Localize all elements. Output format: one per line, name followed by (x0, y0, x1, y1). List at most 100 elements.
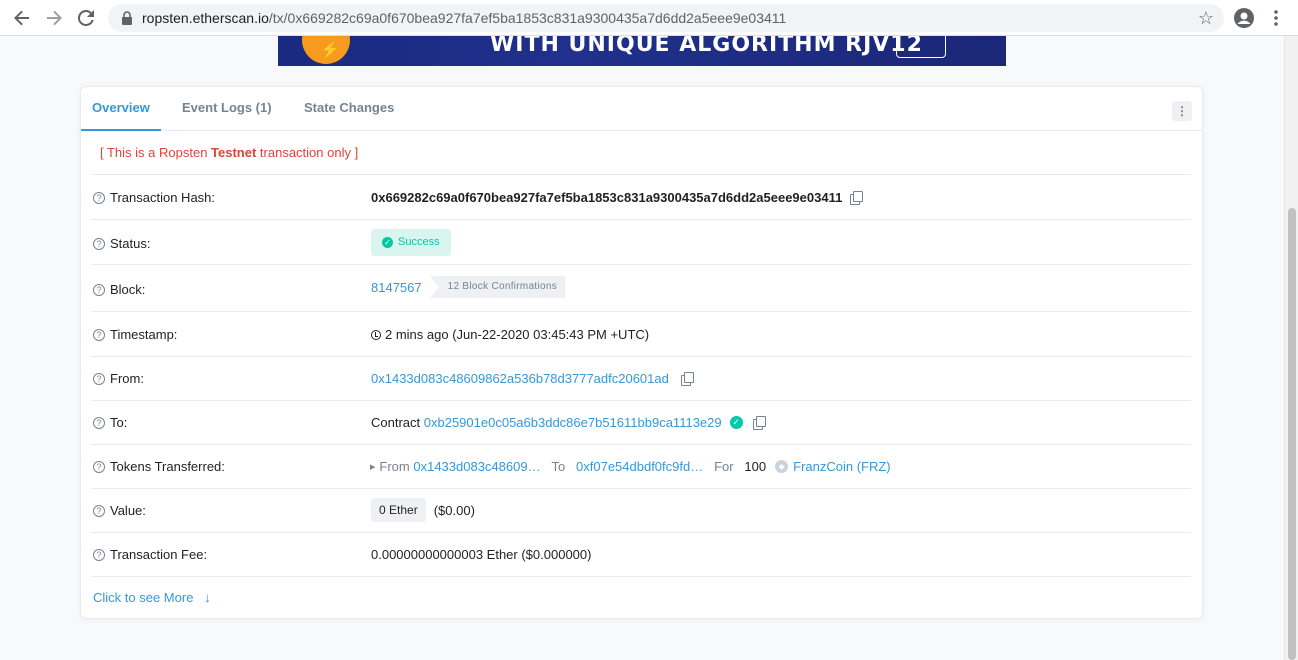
copy-icon[interactable] (752, 415, 766, 430)
block-confirmations-badge: 12 Block Confirmations (429, 276, 566, 298)
value-status: ✓ Success (371, 229, 451, 256)
row-transaction-hash: ? Transaction Hash: 0x669282c69a0f670bea9… (92, 174, 1191, 219)
browser-toolbar: ropsten.etherscan.io/tx/0x669282c69a0f67… (0, 0, 1298, 36)
timestamp-text: 2 mins ago (Jun-22-2020 03:45:43 PM +UTC… (385, 327, 650, 342)
row-block: ? Block: 8147567 12 Block Confirmations (92, 264, 1191, 311)
row-status: ? Status: ✓ Success (92, 219, 1191, 264)
token-from-link[interactable]: 0x1433d083c48609… (413, 459, 540, 474)
tab-bar: Overview Event Logs (1) State Changes ⋮ (81, 87, 1202, 131)
value-transaction-fee: 0.00000000000003 Ether ($0.000000) (371, 547, 591, 562)
tx-hash-value: 0x669282c69a0f670bea927fa7ef5ba1853c831a… (371, 190, 843, 205)
label-to: ? To: (93, 415, 127, 430)
label-block: ? Block: (93, 282, 145, 297)
url-host: ropsten.etherscan.io (142, 10, 269, 26)
from-address-link[interactable]: 0x1433d083c48609862a536b78d3777adfc20601… (371, 371, 669, 386)
status-text: Success (398, 236, 440, 248)
banner-button[interactable] (896, 36, 946, 58)
testnet-notice: [ This is a Ropsten Testnet transaction … (100, 145, 358, 160)
token-name-link[interactable]: FranzCoin (FRZ) (793, 459, 891, 474)
clock-icon (371, 329, 381, 340)
row-transaction-fee: ? Transaction Fee: 0.00000000000003 Ether… (92, 532, 1191, 576)
value-timestamp: 2 mins ago (Jun-22-2020 03:45:43 PM +UTC… (371, 327, 649, 342)
row-from: ? From: 0x1433d083c48609862a536b78d3777ad… (92, 356, 1191, 400)
tab-overview[interactable]: Overview (81, 87, 161, 131)
label-status: ? Status: (93, 236, 150, 251)
token-to-label: To (551, 459, 566, 474)
token-logo-icon: ◆ (775, 460, 789, 473)
fee-value: 0.00000000000003 Ether ($0.000000) (371, 547, 592, 562)
value-to: Contract 0xb25901e0c05a6b3ddc86e7b51611b… (371, 415, 766, 430)
question-icon[interactable]: ? (93, 191, 105, 204)
contract-prefix: Contract (371, 415, 421, 430)
url-path: /tx/0x669282c69a0f670bea927fa7ef5ba1853c… (268, 10, 787, 26)
divider (92, 576, 1191, 577)
scrollbar-thumb[interactable] (1288, 208, 1296, 660)
status-badge: ✓ Success (371, 229, 451, 256)
caret-right-icon: ▶ (370, 463, 376, 471)
transaction-card: Overview Event Logs (1) State Changes ⋮ … (80, 86, 1203, 619)
label-text: Timestamp: (110, 327, 178, 342)
row-value: ? Value: 0 Ether ($0.00) (92, 488, 1191, 532)
question-icon[interactable]: ? (93, 237, 105, 250)
notice-bold: Testnet (211, 145, 257, 160)
arrow-down-icon: ↓ (204, 590, 211, 605)
value-tokens-transferred: ▶ From 0x1433d083c48609… To 0xf07e54dbdf… (370, 459, 891, 474)
forward-icon[interactable] (42, 6, 66, 30)
bookmark-star-icon[interactable]: ☆ (1198, 8, 1214, 29)
page-scrollbar[interactable] (1284, 36, 1298, 660)
ether-value-pill: 0 Ether (371, 498, 426, 522)
to-contract-link[interactable]: 0xb25901e0c05a6b3ddc86e7b51611bb9ca1113e… (424, 415, 722, 430)
check-circle-icon: ✓ (382, 237, 393, 248)
copy-icon[interactable] (680, 371, 694, 386)
notice-prefix: [ This is a Ropsten (100, 145, 212, 160)
notice-suffix: transaction only ] (256, 145, 359, 160)
value-from: 0x1433d083c48609862a536b78d3777adfc20601… (371, 371, 694, 386)
question-icon[interactable]: ? (93, 328, 105, 341)
label-text: Value: (110, 503, 146, 518)
label-text: Transaction Hash: (110, 190, 216, 205)
question-icon[interactable]: ? (93, 283, 105, 296)
question-icon[interactable]: ? (93, 460, 105, 473)
reload-icon[interactable] (74, 6, 98, 30)
value-block: 8147567 12 Block Confirmations (371, 276, 566, 298)
label-text: Block: (110, 282, 146, 297)
label-tokens-transferred: ? Tokens Transferred: (93, 459, 225, 474)
label-text: From: (110, 371, 144, 386)
account-icon[interactable] (1232, 6, 1256, 30)
tab-event-logs[interactable]: Event Logs (1) (182, 87, 272, 131)
row-to: ? To: Contract 0xb25901e0c05a6b3ddc86e7b5… (92, 400, 1191, 444)
token-amount: 100 (744, 459, 767, 474)
ad-banner[interactable]: ⚡ WITH UNIQUE ALGORITHM RJV12 (278, 36, 1006, 66)
token-for-label: For (714, 459, 734, 474)
label-text: Tokens Transferred: (110, 459, 225, 474)
row-timestamp: ? Timestamp: 2 mins ago (Jun-22-2020 03:4… (92, 311, 1191, 356)
question-icon[interactable]: ? (93, 548, 105, 561)
label-value: ? Value: (93, 503, 146, 518)
tab-state-changes[interactable]: State Changes (304, 87, 394, 131)
label-transaction-fee: ? Transaction Fee: (93, 547, 207, 562)
question-icon[interactable]: ? (93, 372, 105, 385)
label-transaction-hash: ? Transaction Hash: (93, 190, 215, 205)
see-more-link[interactable]: Click to see More ↓ (93, 590, 211, 605)
address-bar[interactable]: ropsten.etherscan.io/tx/0x669282c69a0f67… (108, 4, 1224, 32)
url-text: ropsten.etherscan.io/tx/0x669282c69a0f67… (142, 10, 786, 26)
usd-value: ($0.00) (433, 502, 475, 518)
label-timestamp: ? Timestamp: (93, 327, 177, 342)
block-number-link[interactable]: 8147567 (371, 280, 422, 295)
verified-check-icon: ✓ (729, 416, 743, 429)
copy-icon[interactable] (850, 190, 864, 205)
lightning-icon: ⚡ (320, 42, 340, 59)
banner-text-graphic: WITH UNIQUE ALGORITHM RJV12 (490, 36, 923, 57)
label-text: Status: (110, 236, 151, 251)
label-from: ? From: (93, 371, 144, 386)
label-text: To: (110, 415, 128, 430)
question-icon[interactable]: ? (93, 416, 105, 429)
token-to-link[interactable]: 0xf07e54dbdf0fc9fd… (576, 459, 703, 474)
more-options-icon[interactable]: ⋮ (1172, 101, 1192, 121)
menu-kebab-icon[interactable] (1264, 6, 1288, 30)
back-icon[interactable] (10, 6, 34, 30)
see-more-text: Click to see More (93, 590, 194, 605)
value-transaction-hash: 0x669282c69a0f670bea927fa7ef5ba1853c831a… (371, 190, 864, 205)
question-icon[interactable]: ? (93, 504, 105, 517)
lock-icon (122, 11, 132, 25)
